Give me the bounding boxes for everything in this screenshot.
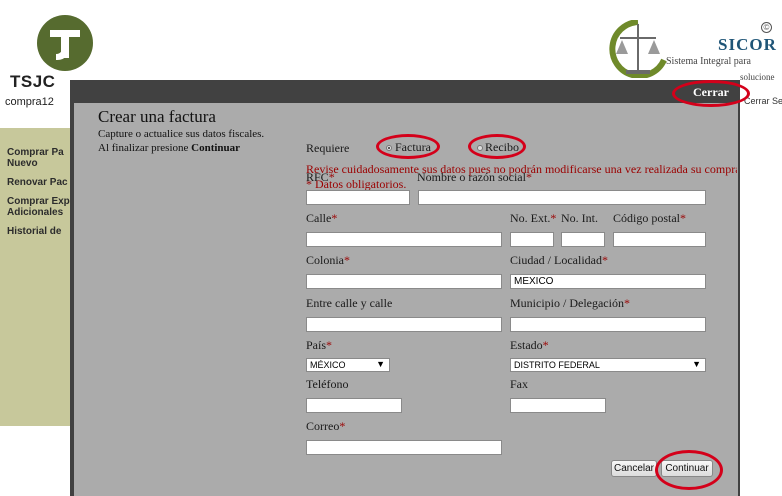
colony-field[interactable] [306,274,502,289]
country-select[interactable]: MÉXICO ▼ [306,358,390,372]
name-field[interactable] [418,190,706,205]
phone-label: Teléfono [306,377,349,391]
requires-label: Requiere [306,141,350,155]
state-select-value: DISTRITO FEDERAL [514,360,600,370]
menu-item-buy-extra[interactable]: Comprar Exp Adicionales [7,196,73,218]
zip-label: Código postal* [613,211,687,225]
copyright-icon: © [761,22,772,33]
invoice-radio-label[interactable]: Factura [395,140,431,155]
fax-label: Fax [510,377,528,391]
invoice-radio[interactable] [386,145,392,151]
rfc-field[interactable] [306,190,410,205]
state-label: Estado* [510,338,549,352]
dialog-subtitle: Capture o actualice sus datos fiscales. … [98,127,298,155]
fax-field[interactable] [510,398,606,413]
continue-button[interactable]: Continuar [661,460,713,477]
int-no-field[interactable] [561,232,605,247]
brand-left-text: TSJC [10,72,56,91]
name-label: Nombre o razón social* [417,170,532,184]
email-field[interactable] [306,440,502,455]
street-field[interactable] [306,232,502,247]
phone-field[interactable] [306,398,402,413]
cancel-button[interactable]: Cancelar [611,460,657,477]
state-select[interactable]: DISTRITO FEDERAL ▼ [510,358,706,372]
dialog-subtitle-bold: Continuar [191,142,241,154]
ext-no-label: No. Ext.* [510,211,557,225]
tsj-logo [36,14,94,72]
brand-right-subtitle: Sistema Integral para [666,56,751,67]
street-label: Calle* [306,211,338,225]
between-streets-label: Entre calle y calle [306,296,393,310]
dialog-title: Crear una factura [98,107,216,126]
city-field[interactable]: MEXICO [510,274,706,289]
side-menu [0,128,74,426]
sicor-logo [608,19,668,79]
email-label: Correo* [306,419,346,433]
ext-no-field[interactable] [510,232,554,247]
brand-right-title: SICOR [718,35,777,54]
chevron-down-icon: ▼ [376,359,385,369]
colony-label: Colonia* [306,253,350,267]
receipt-radio[interactable] [477,145,483,151]
menu-item-buy-new[interactable]: Comprar Pa Nuevo [7,147,73,169]
between-streets-field[interactable] [306,317,502,332]
int-no-label: No. Int. [561,211,598,225]
municipality-field[interactable] [510,317,706,332]
zip-field[interactable] [613,232,706,247]
rfc-label: RFC* [306,170,335,184]
country-select-value: MÉXICO [310,360,346,370]
close-button[interactable]: Cerrar [686,84,736,101]
menu-item-history[interactable]: Historial de [7,226,73,237]
close-session-link[interactable]: Cerrar Se [744,96,782,106]
receipt-radio-label[interactable]: Recibo [485,140,519,155]
municipality-label: Municipio / Delegación* [510,296,630,310]
city-label: Ciudad / Localidad* [510,253,608,267]
dialog-subtitle-line2: Al finalizar presione [98,142,189,154]
country-label: País* [306,338,333,352]
brand-right-subtitle-2: solucione [740,72,775,82]
user-label: compra12 [5,96,54,108]
chevron-down-icon: ▼ [692,359,701,369]
dialog-subtitle-line1: Capture o actualice sus datos fiscales. [98,128,265,140]
menu-item-renew[interactable]: Renovar Pac [7,177,73,188]
